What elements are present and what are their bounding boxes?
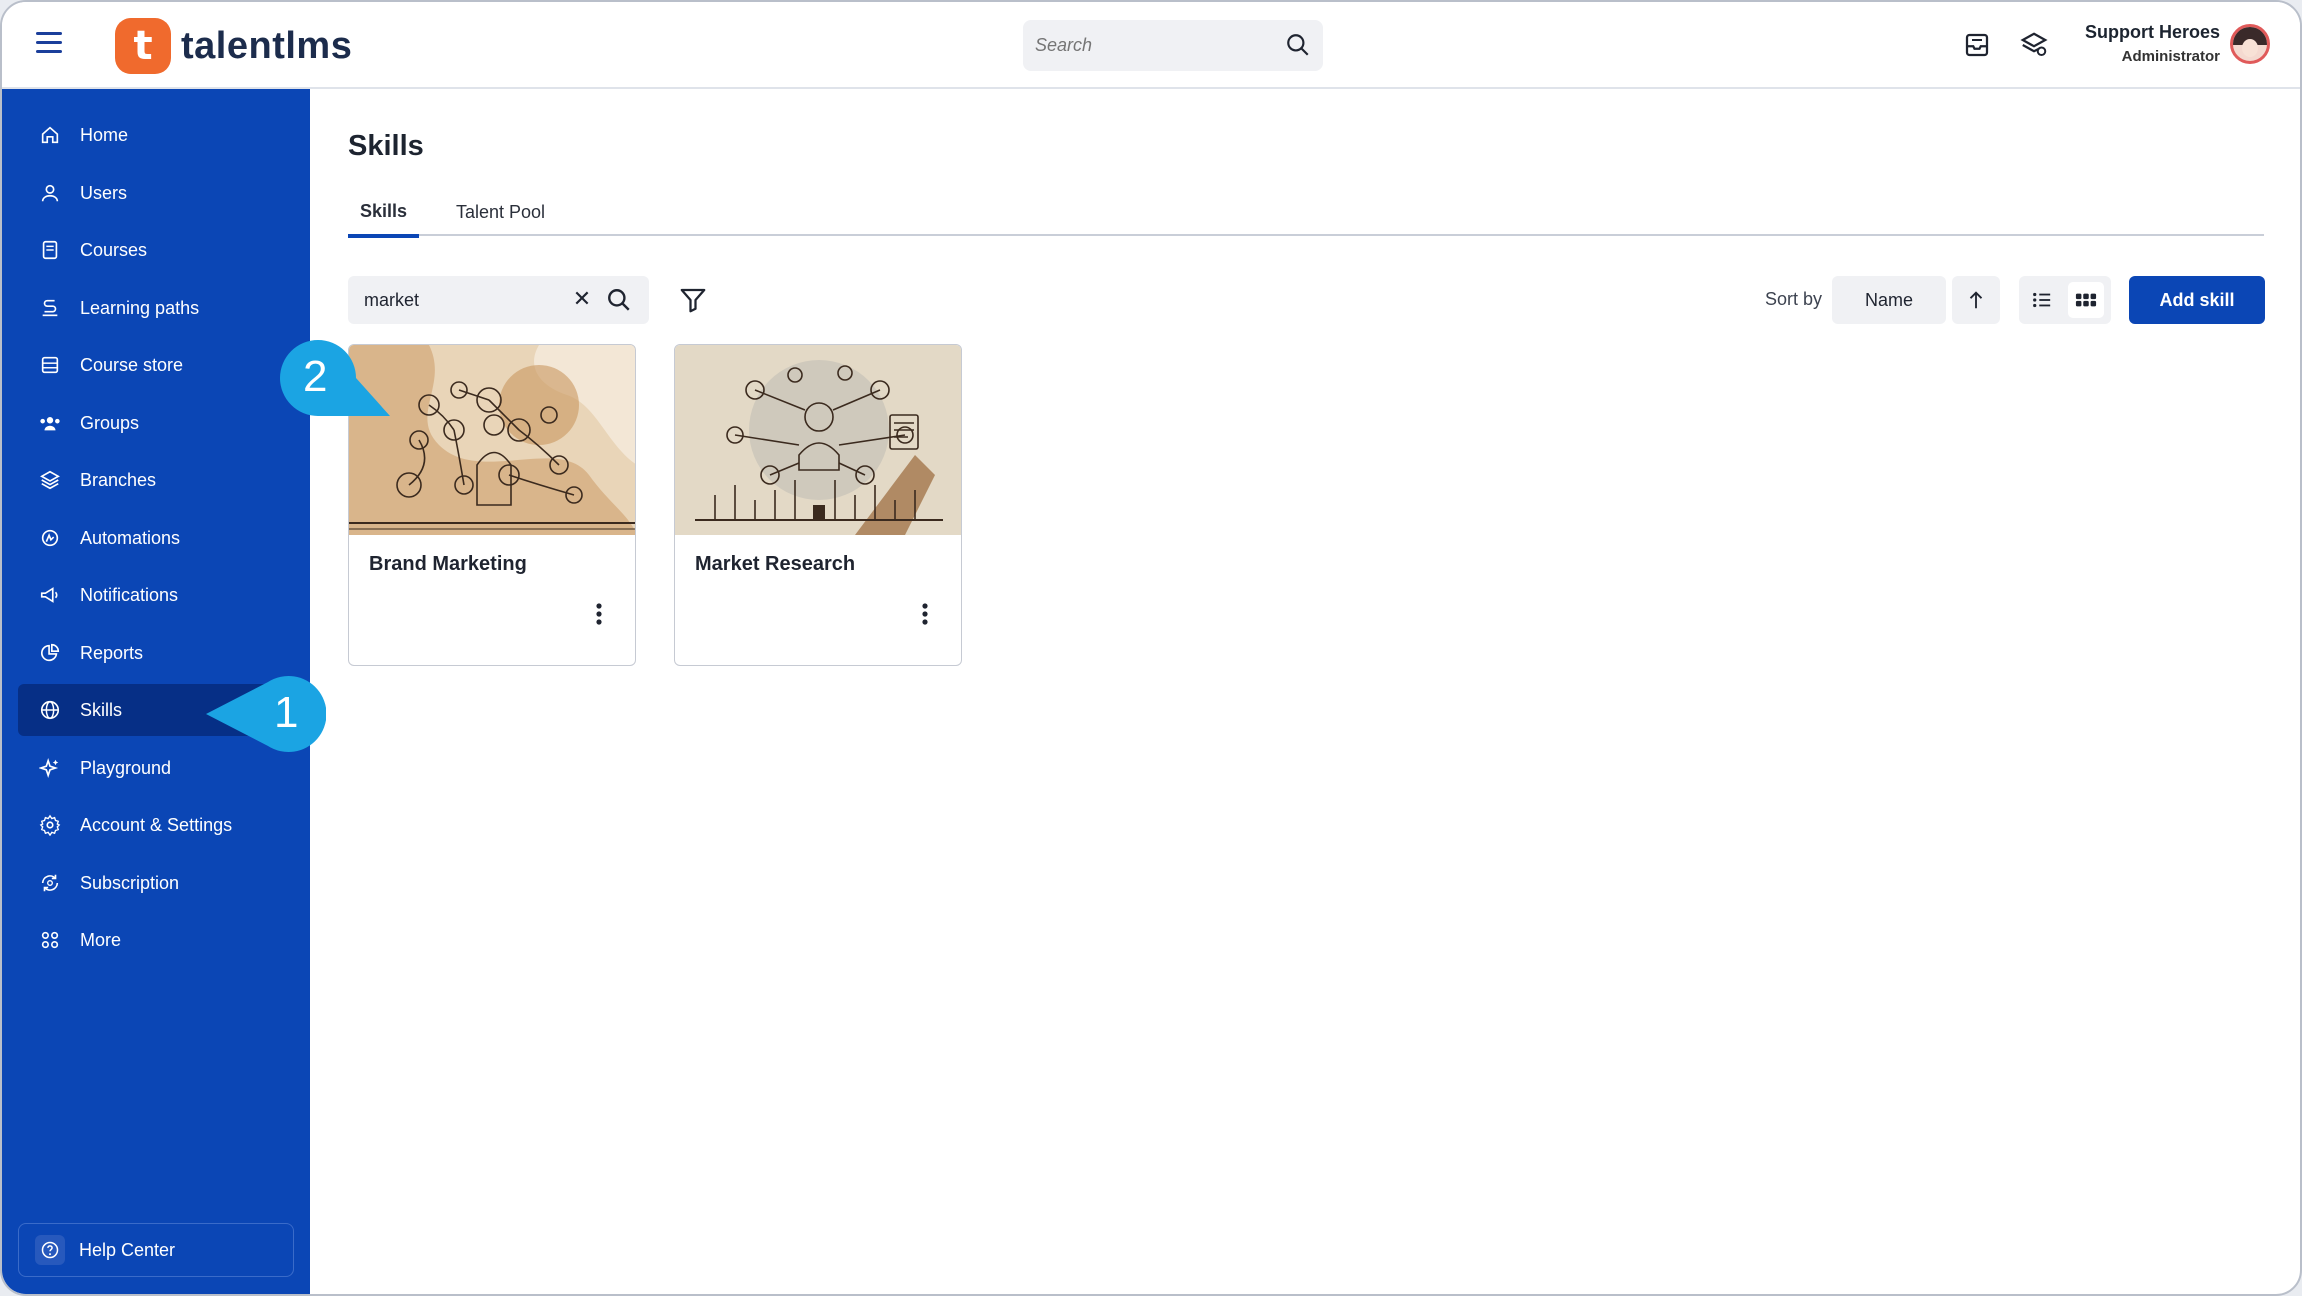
globe-icon — [38, 698, 62, 722]
sidebar-item-label: Subscription — [80, 872, 180, 893]
skills-search: ✕ — [348, 276, 649, 324]
layers-icon — [38, 468, 62, 492]
store-icon — [38, 353, 62, 377]
top-bar: t talentlms Support Heroes Administrator — [2, 2, 2300, 89]
sidebar-item-label: Groups — [80, 412, 140, 433]
sidebar-item-label: Home — [80, 124, 129, 145]
sidebar-item-home[interactable]: Home — [18, 109, 298, 161]
stack-switch-icon[interactable] — [2019, 30, 2049, 60]
sidebar-item-label: Skills — [80, 699, 123, 720]
tab-talent-pool[interactable]: Talent Pool — [444, 188, 557, 236]
grid-view-button[interactable] — [2068, 282, 2104, 318]
skills-search-input[interactable] — [364, 276, 564, 324]
callout-marker-2: 2 — [278, 338, 398, 433]
tabs: Skills Talent Pool — [348, 188, 2264, 238]
automation-icon — [38, 526, 62, 550]
question-icon — [35, 1235, 65, 1265]
sparkle-icon — [38, 756, 62, 780]
grid-dots-icon — [38, 928, 62, 952]
clear-icon[interactable]: ✕ — [570, 288, 594, 312]
more-vertical-icon[interactable] — [913, 599, 937, 629]
sidebar-item-automations[interactable]: Automations — [18, 512, 298, 564]
callout-marker-1: 1 — [202, 674, 327, 759]
groups-icon — [38, 411, 62, 435]
help-center-label: Help Center — [79, 1239, 176, 1260]
skill-card-market-research[interactable]: Market Research — [674, 344, 962, 666]
search-icon[interactable] — [606, 287, 632, 313]
sidebar-item-label: Course store — [80, 354, 184, 375]
megaphone-icon — [38, 583, 62, 607]
sidebar-item-users[interactable]: Users — [18, 167, 298, 219]
help-center-button[interactable]: Help Center — [18, 1223, 294, 1277]
tab-skills[interactable]: Skills — [348, 188, 420, 238]
home-icon — [38, 123, 62, 147]
sort-direction-button[interactable] — [1952, 276, 2000, 324]
app-window: t talentlms Support Heroes Administrator… — [0, 0, 2302, 1296]
sidebar-item-subscription[interactable]: Subscription — [18, 857, 298, 909]
pie-chart-icon — [38, 641, 62, 665]
sidebar-item-label: Account & Settings — [80, 814, 233, 835]
logo-mark: t — [115, 18, 171, 74]
view-toggle — [2019, 276, 2111, 324]
menu-icon[interactable] — [36, 32, 62, 56]
sidebar-item-reports[interactable]: Reports — [18, 627, 298, 679]
logo-text: talentlms — [181, 24, 353, 67]
sidebar-item-label: Notifications — [80, 584, 179, 605]
refresh-icon — [38, 871, 62, 895]
filter-icon[interactable] — [678, 285, 708, 315]
market-research-illustration — [675, 345, 961, 535]
sort-select[interactable]: Name — [1832, 276, 1946, 324]
search-icon[interactable] — [1285, 32, 1311, 58]
user-icon — [38, 181, 62, 205]
callout-number: 1 — [274, 688, 299, 737]
logo[interactable]: t talentlms — [115, 18, 352, 74]
sidebar-item-label: Courses — [80, 239, 148, 260]
sidebar-item-learning-paths[interactable]: Learning paths — [18, 282, 298, 334]
sidebar-item-label: Automations — [80, 527, 181, 548]
sidebar-item-label: Reports — [80, 642, 144, 663]
sidebar-item-label: More — [80, 929, 122, 950]
page-title: Skills — [348, 130, 424, 162]
callout-number: 2 — [303, 352, 328, 401]
sidebar-item-courses[interactable]: Courses — [18, 224, 298, 276]
sidebar-item-course-store[interactable]: Course store — [18, 339, 298, 391]
more-vertical-icon[interactable] — [587, 599, 611, 629]
grid-icon — [2075, 293, 2097, 307]
sidebar-item-label: Users — [80, 182, 128, 203]
sort-label: Sort by — [1765, 289, 1823, 309]
global-search-input[interactable] — [1035, 20, 1265, 71]
sidebar-item-account-settings[interactable]: Account & Settings — [18, 799, 298, 851]
arrow-up-icon — [1969, 291, 1983, 309]
sidebar-item-groups[interactable]: Groups — [18, 397, 298, 449]
card-title: Market Research — [695, 553, 856, 575]
sidebar-item-label: Learning paths — [80, 297, 200, 318]
avatar[interactable] — [2230, 24, 2270, 64]
book-icon — [38, 238, 62, 262]
list-icon — [2033, 292, 2051, 308]
user-menu[interactable]: Support Heroes Administrator — [2085, 22, 2220, 65]
sidebar-item-branches[interactable]: Branches — [18, 454, 298, 506]
inbox-icon[interactable] — [1962, 30, 1992, 60]
gear-icon — [38, 813, 62, 837]
user-role: Administrator — [2121, 48, 2220, 65]
global-search — [1023, 20, 1323, 71]
user-name: Support Heroes — [2084, 22, 2220, 42]
sidebar-item-label: Playground — [80, 757, 172, 778]
list-view-button[interactable] — [2024, 282, 2060, 318]
path-icon — [38, 296, 62, 320]
sidebar-item-notifications[interactable]: Notifications — [18, 569, 298, 621]
sidebar-item-more[interactable]: More — [18, 914, 298, 966]
sidebar-item-label: Branches — [80, 469, 157, 490]
add-skill-button[interactable]: Add skill — [2129, 276, 2265, 324]
card-title: Brand Marketing — [369, 553, 527, 575]
